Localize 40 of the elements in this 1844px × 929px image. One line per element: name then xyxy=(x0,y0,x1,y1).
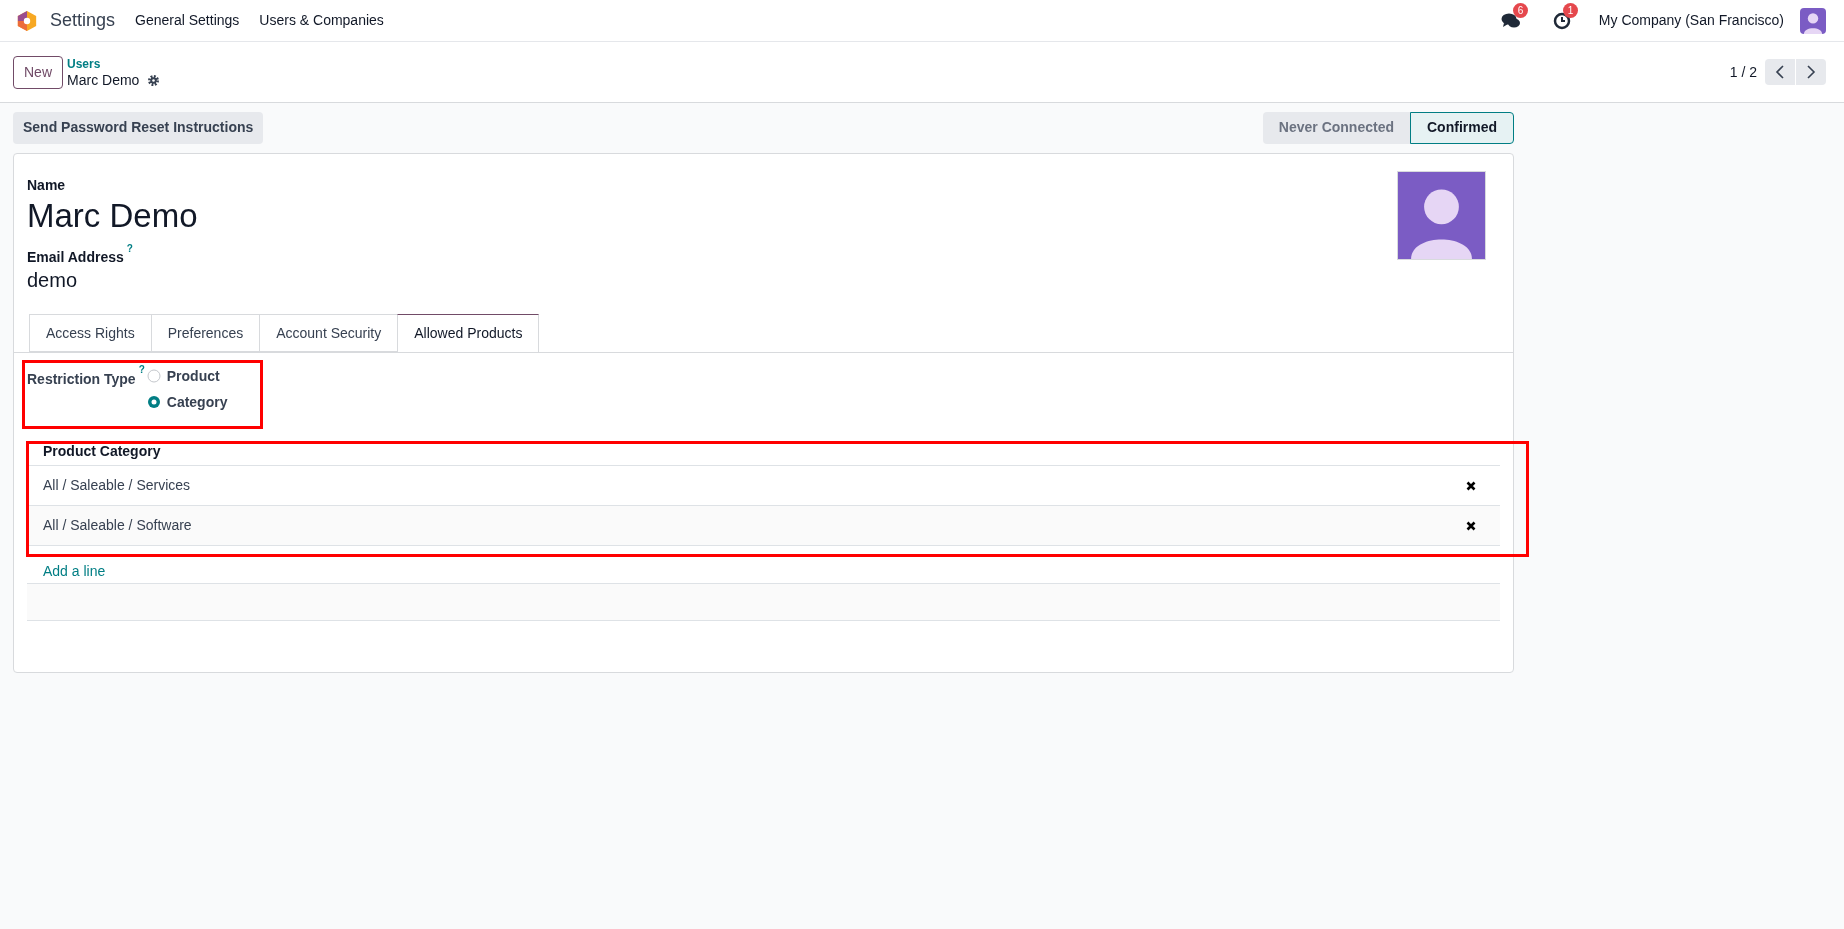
tab[interactable]: Access Rights xyxy=(29,314,152,352)
notification-badge: 6 xyxy=(1512,2,1529,18)
add-line-link[interactable]: Add a line xyxy=(43,561,106,582)
column-header[interactable]: Product Category xyxy=(43,440,161,462)
field-label: Name xyxy=(27,176,67,194)
chevron-left-icon xyxy=(1775,65,1785,79)
radio-label[interactable]: Product xyxy=(166,365,220,387)
reset-password-button[interactable]: Send Password Reset Instructions xyxy=(13,111,264,144)
menu-item[interactable]: Users & Companies xyxy=(259,10,384,31)
breadcrumb-link[interactable]: Users xyxy=(67,56,161,72)
menu-item[interactable]: General Settings xyxy=(135,10,240,31)
tab[interactable]: Allowed Products xyxy=(397,314,540,353)
app-name[interactable]: Settings xyxy=(50,7,116,34)
field-label: Restriction Type xyxy=(27,370,136,389)
tab[interactable]: Preferences xyxy=(150,314,261,352)
notification-badge: 1 xyxy=(1562,2,1579,18)
help-tooltip[interactable]: ? xyxy=(126,243,133,255)
radio-button[interactable] xyxy=(146,369,161,383)
radio-label[interactable]: Category xyxy=(166,391,228,413)
avatar-icon xyxy=(1800,7,1826,34)
status-stage[interactable]: Confirmed xyxy=(1410,111,1514,144)
next-button[interactable] xyxy=(1796,59,1826,85)
new-button[interactable]: New xyxy=(13,55,63,89)
app-logo-icon[interactable] xyxy=(16,9,38,32)
status-stage[interactable]: Never Connected xyxy=(1262,111,1410,144)
company-switcher[interactable]: My Company (San Francisco) xyxy=(1598,10,1784,31)
help-tooltip[interactable]: ? xyxy=(138,364,145,376)
chevron-right-icon xyxy=(1806,65,1816,79)
previous-button[interactable] xyxy=(1765,59,1795,85)
email-field[interactable]: demo xyxy=(27,266,1397,294)
name-field[interactable]: Marc Demo xyxy=(27,194,1397,238)
field-label: Email Address xyxy=(27,248,124,266)
pager-value: 1 / 2 xyxy=(1729,62,1757,82)
table-cell[interactable]: All / Saleable / Services xyxy=(43,475,1466,496)
delete-icon[interactable] xyxy=(1466,520,1476,531)
avatar-icon xyxy=(1397,171,1486,260)
record-title: Marc Demo xyxy=(67,72,140,88)
delete-icon[interactable] xyxy=(1466,480,1476,491)
settings-icon[interactable] xyxy=(147,73,161,87)
radio-button[interactable] xyxy=(146,395,161,409)
